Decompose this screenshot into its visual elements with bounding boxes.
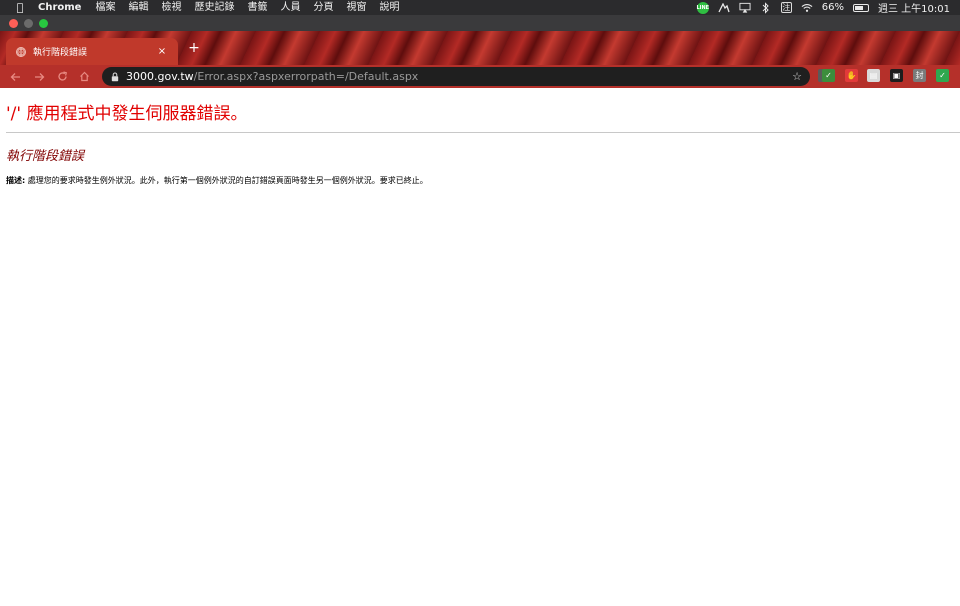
battery-level-fill xyxy=(855,5,863,10)
menu-view[interactable]: 檢視 xyxy=(161,0,181,15)
lock-icon[interactable] xyxy=(110,71,120,82)
window-minimize-button[interactable] xyxy=(24,19,33,28)
description-label: 描述: xyxy=(6,176,26,185)
tab-runtime-error[interactable]: 執行階段錯誤 × xyxy=(6,38,178,65)
back-arrow-icon[interactable] xyxy=(8,69,23,84)
page-title: '/' 應用程式中發生伺服器錯誤。 xyxy=(6,104,248,124)
tab-title: 執行階段錯誤 xyxy=(33,48,88,58)
airplay-icon[interactable] xyxy=(739,2,751,14)
window-maximize-button[interactable] xyxy=(39,19,48,28)
tab-close-icon[interactable]: × xyxy=(156,46,168,58)
description-text: 處理您的要求時發生例外狀況。此外，執行第一個例外狀況的自訂錯誤頁面時發生另一個例… xyxy=(25,176,428,185)
extension-icon-2[interactable]: ✓ xyxy=(822,69,835,82)
home-icon[interactable] xyxy=(77,69,92,84)
extension-icon-5[interactable]: ▣ xyxy=(890,69,903,82)
menu-edit[interactable]: 編輯 xyxy=(128,0,148,15)
menu-help[interactable]: 說明 xyxy=(379,0,399,15)
menu-file[interactable]: 檔案 xyxy=(95,0,115,15)
window-close-button[interactable] xyxy=(9,19,18,28)
menu-clock[interactable]: 週三 上午10:01 xyxy=(878,0,950,15)
globe-favicon-icon xyxy=(16,46,26,57)
line-app-icon[interactable]: LINE xyxy=(696,1,709,14)
forward-arrow-icon[interactable] xyxy=(32,69,47,84)
extension-icon-3[interactable]: ✋ xyxy=(845,69,858,82)
address-bar[interactable]: 3000.gov.tw/Error.aspx?aspxerrorpath=/De… xyxy=(102,67,810,86)
url-path: /Error.aspx?aspxerrorpath=/Default.aspx xyxy=(193,70,419,83)
wifi-icon[interactable] xyxy=(801,2,813,14)
creative-cloud-icon[interactable] xyxy=(718,2,730,14)
extension-icon-7[interactable]: ✓ xyxy=(936,69,949,82)
window-titlebar xyxy=(0,15,960,31)
url-host: 3000.gov.tw xyxy=(126,70,194,83)
status-area: LINE 注 66% 週三 上午10:01 xyxy=(696,0,950,15)
menu-bar:  Chrome 檔案 編輯 檢視 歷史記錄 書籤 人員 分頁 視窗 說明 LI… xyxy=(0,0,960,15)
menu-people[interactable]: 人員 xyxy=(280,0,300,15)
menu-tab[interactable]: 分頁 xyxy=(313,0,333,15)
extension-icon-4[interactable]: ▤ xyxy=(867,69,880,82)
menu-app-chrome[interactable]: Chrome xyxy=(38,0,81,15)
reload-icon[interactable] xyxy=(55,69,70,84)
divider xyxy=(6,132,960,133)
error-subtitle: 執行階段錯誤 xyxy=(6,149,85,164)
menu-window[interactable]: 視窗 xyxy=(346,0,366,15)
input-method-icon[interactable]: 注 xyxy=(780,2,792,13)
menu-history[interactable]: 歷史記錄 xyxy=(194,0,234,15)
bookmark-star-icon[interactable]: ☆ xyxy=(790,69,804,83)
bluetooth-icon[interactable] xyxy=(760,1,772,14)
battery-icon[interactable] xyxy=(853,3,869,12)
extension-icon-6[interactable]: 封 xyxy=(913,69,926,82)
tab-strip: 執行階段錯誤 × xyxy=(0,31,960,65)
menu-bookmarks[interactable]: 書籤 xyxy=(247,0,267,15)
battery-percent: 66% xyxy=(821,2,844,13)
browser-toolbar: 3000.gov.tw/Error.aspx?aspxerrorpath=/De… xyxy=(0,65,960,88)
error-description: 描述: 處理您的要求時發生例外狀況。此外，執行第一個例外狀況的自訂錯誤頁面時發生… xyxy=(6,175,428,186)
apple-menu-icon[interactable]:  xyxy=(14,1,26,14)
new-tab-button[interactable]: + xyxy=(186,40,202,56)
